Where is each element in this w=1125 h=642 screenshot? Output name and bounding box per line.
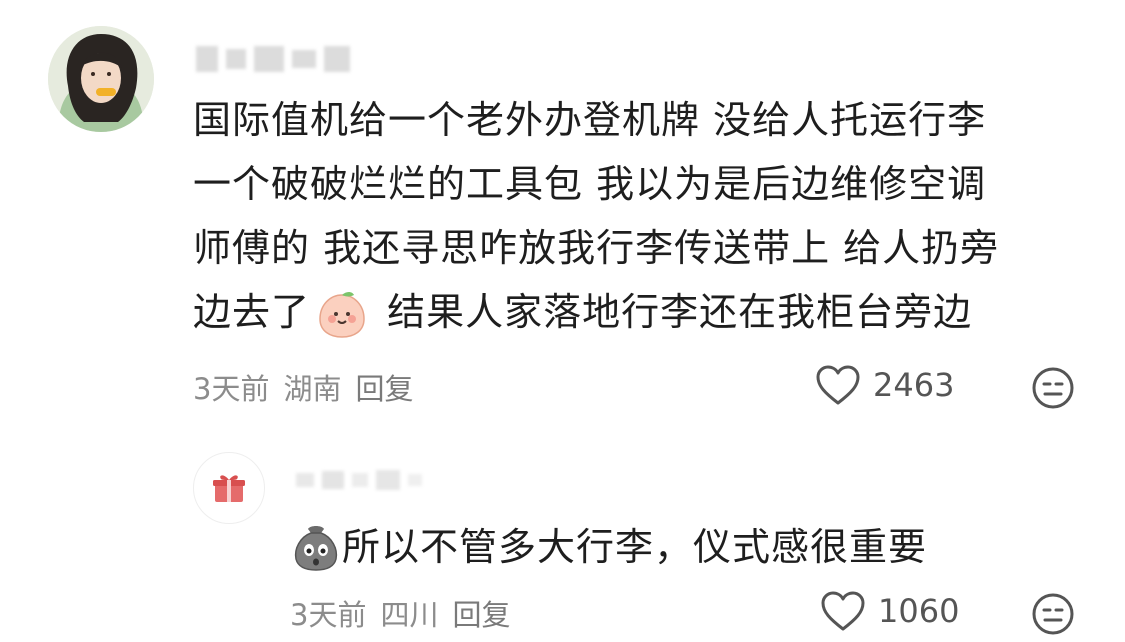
reply-like-count: 1060 — [878, 592, 960, 630]
meh-face-icon[interactable] — [1031, 366, 1075, 410]
heart-outline-icon — [821, 591, 865, 631]
heart-outline-icon — [816, 365, 860, 405]
comment-meta: 3天前 湖南 回复 — [193, 366, 413, 408]
like-count: 2463 — [873, 366, 955, 404]
reply-time: 3天前 — [290, 598, 367, 632]
reply-text: 所以不管多大行李，仪式感很重要 — [342, 525, 928, 569]
reply-username-redacted[interactable] — [296, 470, 422, 490]
commenter-avatar[interactable] — [48, 26, 154, 132]
reply-location: 四川 — [380, 598, 439, 632]
smiling-peach-emoji — [319, 291, 365, 338]
reply-reply-button[interactable]: 回复 — [452, 592, 510, 634]
reply-button[interactable]: 回复 — [355, 366, 413, 408]
comment-body: 国际值机给一个老外办登机牌 没给人托运行李 一个破破烂烂的工具包 我以为是后边维… — [193, 88, 1093, 344]
comment-line: 国际值机给一个老外办登机牌 没给人托运行李 — [193, 98, 987, 142]
comment-line-part: 边去了 — [193, 290, 311, 334]
reply-body: 所以不管多大行李，仪式感很重要 — [290, 515, 927, 579]
reply-like-button[interactable]: 1060 — [820, 590, 959, 632]
comment-line: 师傅的 我还寻思咋放我行李传送带上 给人扔旁 — [193, 226, 1000, 270]
avatar-photo — [48, 26, 154, 132]
commenter-username-redacted[interactable] — [196, 40, 362, 78]
reply-meta: 3天前 四川 回复 — [290, 592, 510, 634]
comment-line-part: 结果人家落地行李还在我柜台旁边 — [374, 290, 973, 334]
reply-avatar[interactable] — [193, 452, 265, 524]
comment-location: 湖南 — [283, 372, 342, 406]
worried-bag-emoji — [294, 526, 338, 571]
meh-face-icon[interactable] — [1031, 592, 1075, 636]
like-button[interactable]: 2463 — [815, 364, 954, 406]
comment-time: 3天前 — [193, 372, 270, 406]
gift-icon — [213, 475, 245, 502]
comment-line: 一个破破烂烂的工具包 我以为是后边维修空调 — [193, 162, 987, 206]
comment-line-last: 边去了 结果人家落地行李还在我柜台旁边 — [193, 280, 1093, 344]
